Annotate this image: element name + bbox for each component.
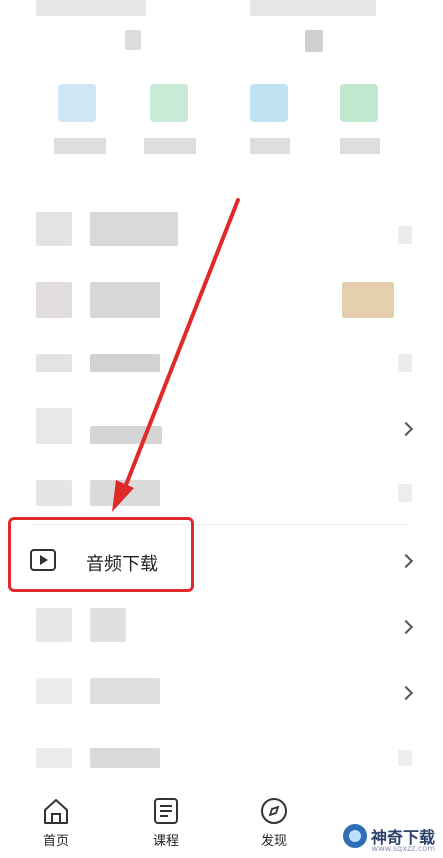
nav-discover-label: 发现 [260,834,287,849]
row8-text [90,678,160,704]
play-square-icon [30,549,56,571]
row1-icon [36,212,72,246]
blurred-top-right [250,0,376,16]
row2-text [90,282,160,318]
row7-text [90,608,126,642]
blurred-top-left-mark [125,30,141,50]
row8-chevron-icon[interactable] [398,685,414,701]
row8-icon [36,678,72,704]
shortcut-tile-4[interactable] [340,84,378,122]
home-icon [41,796,71,826]
shortcut-label-1 [54,138,106,154]
row7-chevron-icon[interactable] [398,619,414,635]
row9-tail [398,750,412,766]
row3-text [90,354,160,372]
shortcut-tile-1[interactable] [58,84,96,122]
row1-text [90,212,178,246]
shortcut-label-3 [250,138,290,154]
watermark-logo-icon [342,824,367,848]
shortcut-tile-2[interactable] [150,84,188,122]
row2-icon [36,282,72,318]
compass-icon [259,796,289,826]
row9-text [90,748,160,768]
row4-icon [36,408,72,444]
nav-home-label: 首页 [42,834,69,849]
nav-home[interactable]: 首页 [16,786,96,849]
watermark: 神奇下载 www.sqxzz.com [342,824,435,853]
nav-discover[interactable]: 发现 [234,786,314,849]
row9-icon [36,748,72,768]
blurred-top-right-mark [305,30,323,52]
shortcut-tile-3[interactable] [250,84,288,122]
audio-download-label: 音频下载 [86,554,158,575]
row4-chevron-icon[interactable] [398,421,414,437]
shortcut-label-4 [340,138,380,154]
row5-text [90,480,160,506]
nav-courses[interactable]: 课程 [126,786,206,849]
blurred-top-left [36,0,146,16]
shortcut-label-2 [144,138,196,154]
row3-icon [36,354,72,372]
row4-text [90,426,162,444]
row5-tail [398,484,412,502]
row3-tail [398,354,412,372]
row7-icon [36,608,72,642]
watermark-url: www.sqxzz.com [371,844,435,853]
row1-tail [398,226,412,244]
row5-icon [36,480,72,506]
nav-courses-label: 课程 [152,834,179,849]
bottom-nav: 首页 课程 发现 神奇下载 www.sqxzz.com [0,786,443,858]
row2-thumb [342,282,394,318]
course-list-icon [151,796,181,826]
